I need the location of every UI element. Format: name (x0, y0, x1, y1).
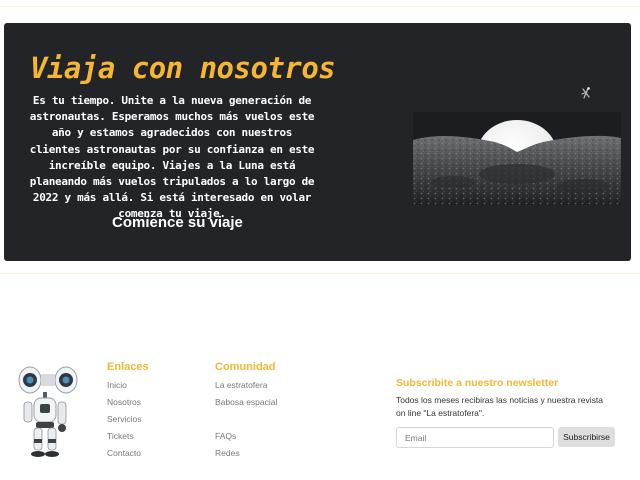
robot-mascot-image (18, 366, 78, 457)
newsletter-heading: Subscribite a nuestro newsletter (396, 377, 559, 389)
floating-astronaut-icon (581, 87, 590, 99)
email-input[interactable] (396, 427, 554, 448)
moon-rising-over-lunar-surface-image (413, 112, 621, 205)
top-divider (0, 6, 640, 7)
footer-link-redes[interactable]: Redes (215, 448, 240, 458)
hero-description: Es tu tiempo. Unite a la nueva generació… (29, 94, 315, 221)
footer-link-babosa-espacial[interactable]: Babosa espacial (215, 397, 277, 407)
footer-link-la-estratofera[interactable]: La estratofera (215, 380, 267, 390)
footer-link-tickets[interactable]: Tickets (107, 431, 134, 441)
footer-link-servicios[interactable]: Servicios (107, 414, 141, 424)
footer-link-nosotros[interactable]: Nosotros (107, 397, 141, 407)
hero-title: Viaja con nosotros (30, 51, 336, 85)
subscribe-button[interactable]: Subscribirse (558, 427, 615, 447)
community-heading: Comunidad (215, 361, 276, 373)
section-divider (0, 273, 640, 274)
start-journey-link[interactable]: Comience su viaje (112, 214, 243, 231)
hero-section: Viaja con nosotros Es tu tiempo. Unite a… (4, 23, 631, 261)
footer-link-contacto[interactable]: Contacto (107, 448, 141, 458)
footer-link-inicio[interactable]: Inicio (107, 380, 127, 390)
links-heading: Enlaces (107, 361, 149, 373)
newsletter-description: Todos los meses recibiras las noticias y… (396, 395, 603, 418)
footer-link-faqs[interactable]: FAQs (215, 431, 236, 441)
